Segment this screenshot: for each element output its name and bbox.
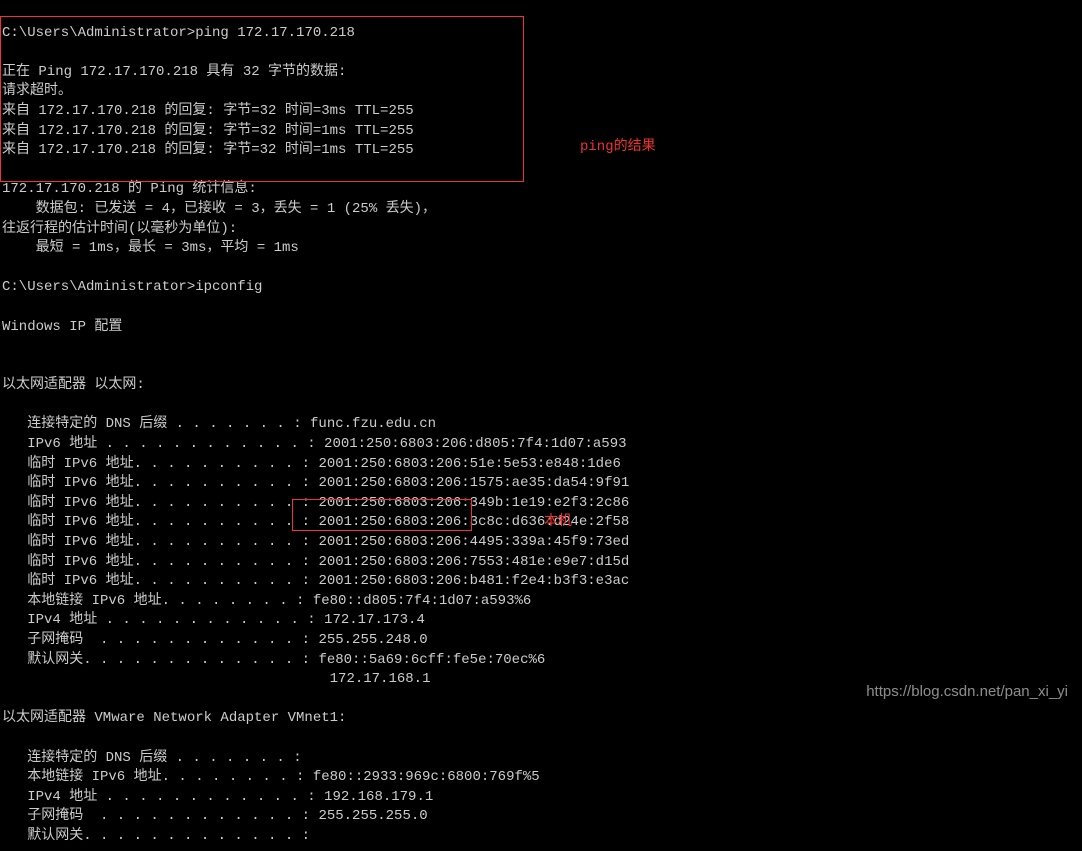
annotation-label-local: 本机: [544, 513, 572, 533]
terminal-output: C:\Users\Administrator>ping 172.17.170.2…: [0, 0, 1082, 851]
watermark: https://blog.csdn.net/pan_xi_yi: [866, 681, 1068, 702]
annotation-label-ping: ping的结果: [580, 138, 656, 158]
